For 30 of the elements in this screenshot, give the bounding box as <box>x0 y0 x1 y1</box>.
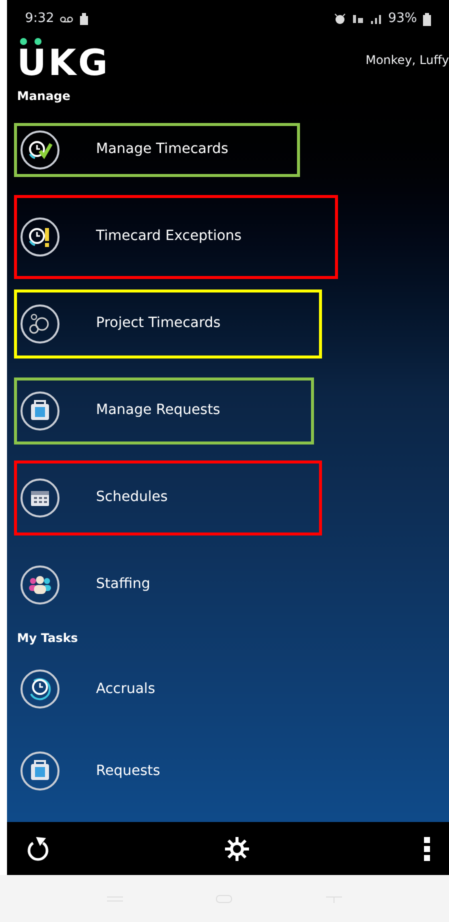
menu-item-icon <box>20 751 60 791</box>
more-icon[interactable] <box>423 836 431 860</box>
section-heading: Manage <box>16 88 72 105</box>
voicemail-icon <box>60 16 74 22</box>
refresh-icon[interactable] <box>25 834 51 862</box>
settings-icon[interactable] <box>224 836 250 862</box>
battery-percent: 93% <box>388 10 417 28</box>
menu-item-icon <box>20 669 60 709</box>
menu-item-icon <box>20 390 60 430</box>
menu-item-icon <box>20 478 60 518</box>
menu-item-icon <box>20 564 60 604</box>
menu-item[interactable]: Manage Timecards <box>96 139 228 160</box>
menu-item-icon <box>20 130 60 170</box>
menu-item-icon <box>20 304 60 344</box>
menu-item[interactable]: Schedules <box>96 487 168 508</box>
logo: UKG <box>17 46 110 82</box>
logo-dots-icon <box>20 38 42 45</box>
signal-icon <box>370 13 382 25</box>
menu-item-icon <box>20 216 60 256</box>
menu-item[interactable]: Staffing <box>96 574 150 595</box>
alarm-icon <box>334 13 346 25</box>
user-name: Monkey, Luffy <box>366 52 449 69</box>
menu-item[interactable]: Project Timecards <box>96 313 221 334</box>
battery-icon <box>423 12 431 26</box>
section-heading: My Tasks <box>16 630 79 647</box>
menu-item[interactable]: Manage Requests <box>96 400 220 421</box>
menu-item[interactable]: Requests <box>96 760 160 782</box>
status-time: 9:32 <box>25 10 54 28</box>
menu-item[interactable]: Accruals <box>96 678 156 700</box>
menu-item[interactable]: Timecard Exceptions <box>96 226 242 247</box>
